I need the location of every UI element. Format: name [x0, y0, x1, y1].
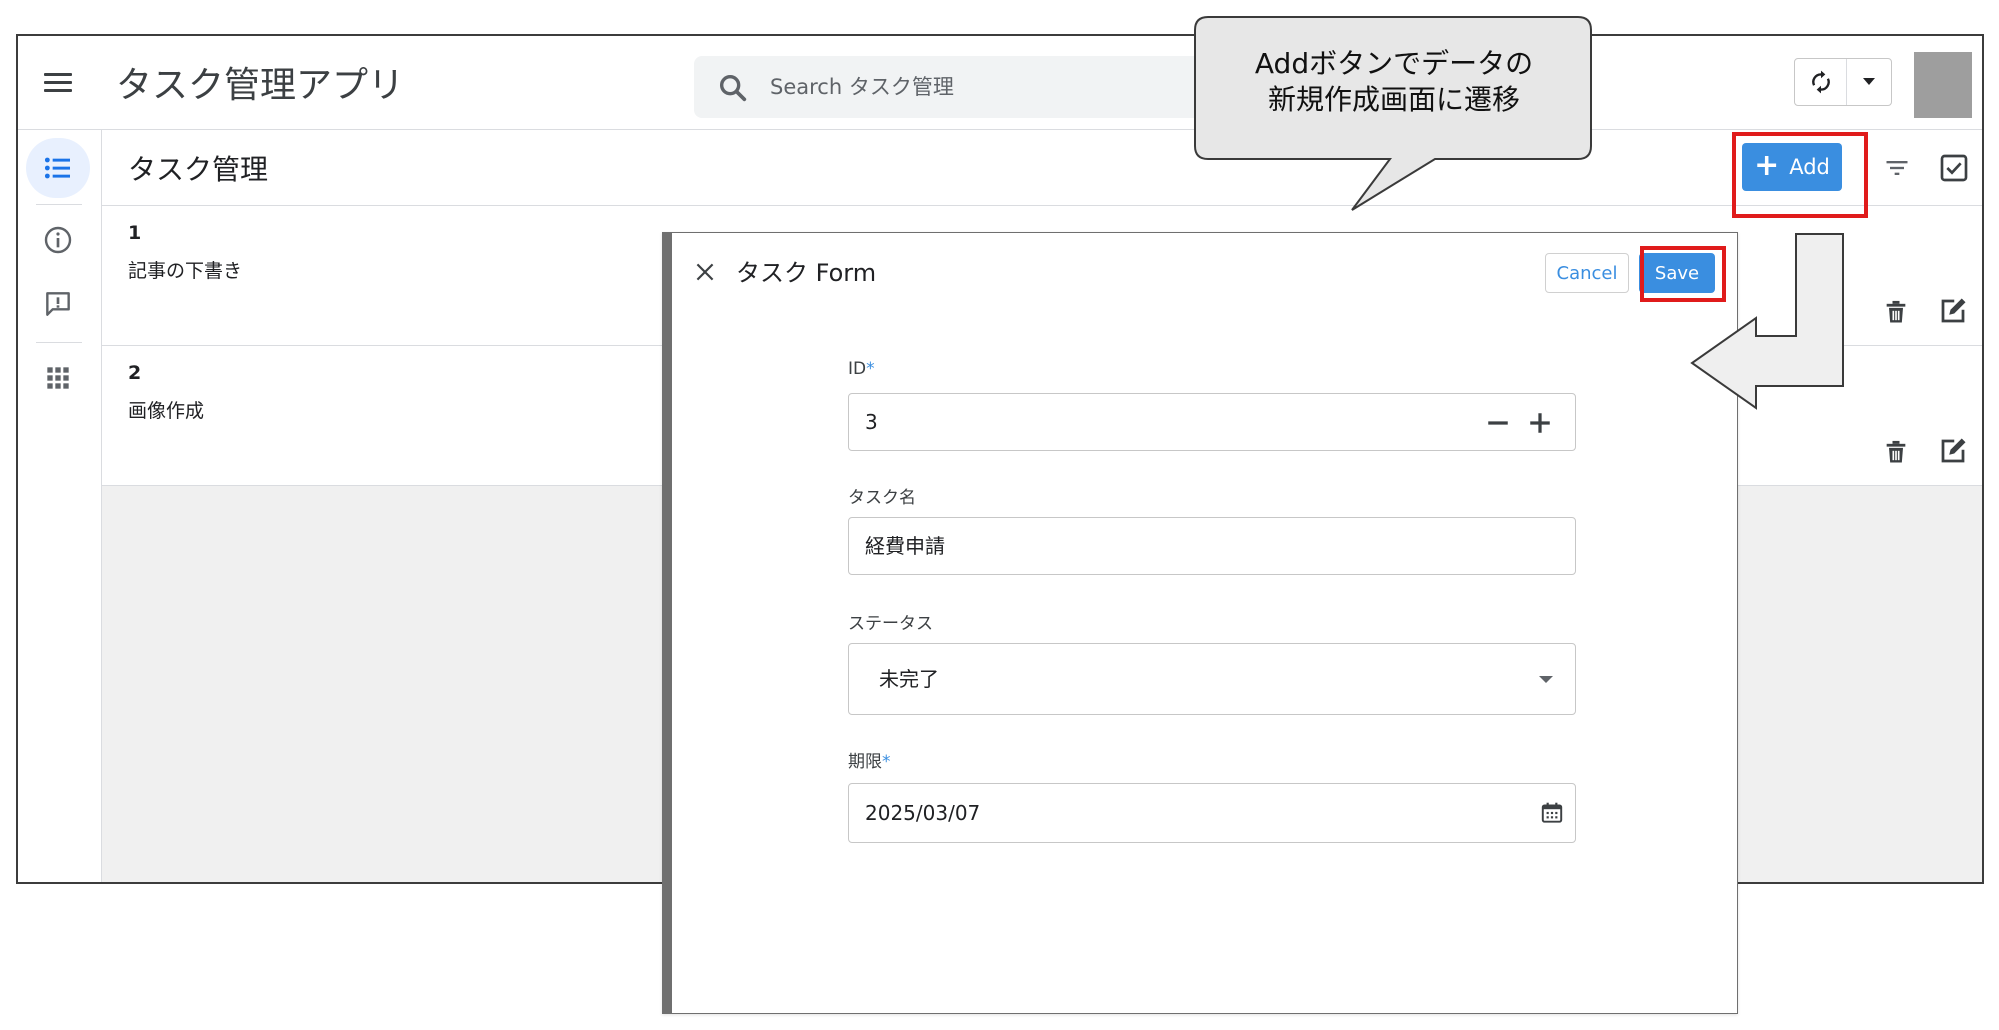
id-value: 3 — [865, 410, 878, 434]
due-date-value: 2025/03/07 — [865, 801, 981, 825]
due-date-field[interactable]: 2025/03/07 — [848, 783, 1576, 843]
sync-icon[interactable] — [1795, 59, 1847, 105]
minus-icon[interactable] — [1483, 409, 1513, 437]
row-task-name: 記事の下書き — [128, 260, 243, 282]
app-title: タスク管理アプリ — [116, 65, 405, 106]
status-value: 未完了 — [879, 667, 939, 691]
row-id: 1 — [128, 222, 142, 244]
calendar-icon[interactable] — [1539, 800, 1565, 826]
trash-icon[interactable] — [1882, 298, 1910, 326]
status-field-label: ステータス — [848, 614, 933, 634]
filter-icon[interactable] — [1883, 154, 1911, 182]
nav-feedback-icon[interactable] — [26, 274, 90, 334]
row-id: 2 — [128, 362, 142, 384]
nav-info-icon[interactable] — [26, 210, 90, 270]
nav-divider — [36, 204, 82, 205]
required-mark: * — [882, 752, 891, 772]
dialog-title: タスク Form — [736, 259, 877, 287]
task-form-dialog: タスク Form Cancel Save ID* 3 タスク名 経費申請 ステー… — [662, 232, 1738, 1014]
side-navigation — [18, 130, 102, 882]
task-name-field[interactable]: 経費申請 — [848, 517, 1576, 575]
view-header: タスク管理 + Add — [102, 130, 1982, 206]
required-mark: * — [866, 359, 875, 379]
status-select[interactable]: 未完了 — [848, 643, 1576, 715]
id-field-label: ID* — [848, 359, 875, 379]
top-app-bar: タスク管理アプリ — [18, 36, 1982, 130]
callout-line: 新規作成画面に遷移 — [1267, 83, 1520, 116]
hamburger-menu-icon[interactable] — [38, 62, 78, 102]
nav-apps-grid-icon[interactable] — [26, 348, 90, 408]
chevron-down-icon — [1539, 676, 1553, 683]
plus-icon[interactable] — [1525, 409, 1555, 437]
callout-text: Addボタンでデータの 新規作成画面に遷移 — [1195, 46, 1593, 118]
chevron-down-icon[interactable] — [1847, 59, 1891, 105]
nav-divider — [36, 342, 82, 343]
id-number-field[interactable]: 3 — [848, 393, 1576, 451]
task-name-value: 経費申請 — [865, 534, 945, 558]
sync-button-group[interactable] — [1794, 58, 1892, 106]
view-title: タスク管理 — [128, 153, 269, 186]
task-name-field-label: タスク名 — [848, 488, 916, 508]
edit-icon[interactable] — [1938, 296, 1968, 326]
callout-line: Addボタンでデータの — [1254, 47, 1534, 80]
save-button[interactable]: Save — [1639, 253, 1715, 293]
row-task-name: 画像作成 — [128, 400, 205, 422]
trash-icon[interactable] — [1882, 438, 1910, 466]
plus-icon: + — [1754, 147, 1780, 183]
cancel-button[interactable]: Cancel — [1545, 253, 1629, 293]
add-button-label: Add — [1789, 155, 1830, 179]
edit-icon[interactable] — [1938, 436, 1968, 466]
select-checkbox-icon[interactable] — [1938, 152, 1970, 184]
close-icon[interactable] — [692, 259, 718, 285]
search-icon — [719, 74, 747, 102]
add-button[interactable]: + Add — [1742, 143, 1842, 191]
nav-list-icon[interactable] — [26, 138, 90, 198]
avatar[interactable] — [1914, 52, 1972, 118]
due-date-field-label: 期限* — [848, 752, 891, 772]
